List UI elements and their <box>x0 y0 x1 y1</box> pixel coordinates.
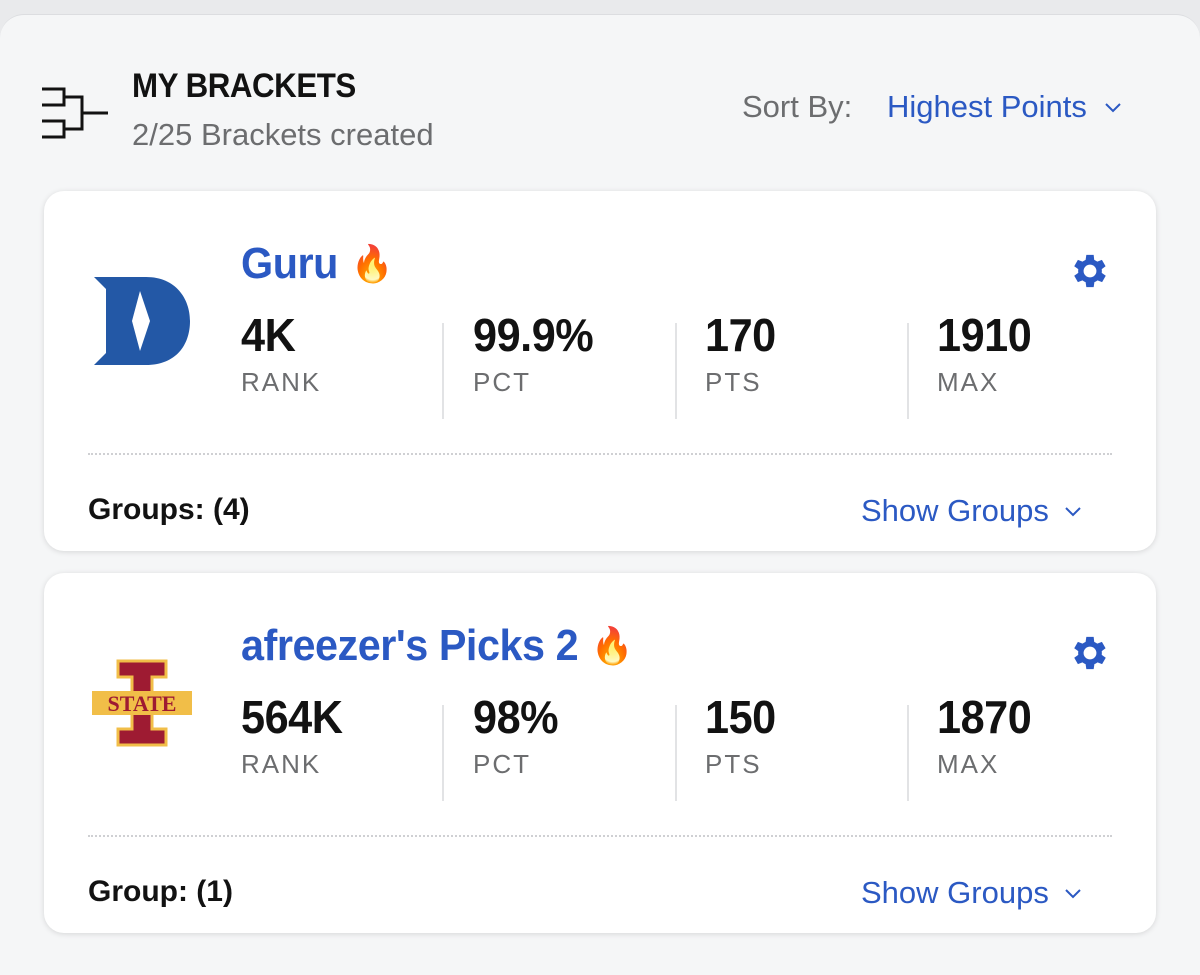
stat-value: 170 <box>705 309 776 361</box>
groups-count: Group: (1) <box>88 875 233 908</box>
gear-icon[interactable] <box>1068 631 1112 675</box>
divider <box>907 323 909 419</box>
brackets-header: MY BRACKETS 2/25 Brackets created Sort B… <box>0 15 1200 185</box>
divider <box>675 323 677 419</box>
stat-pct: 98% PCT <box>473 691 564 791</box>
stat-pts: 150 PTS <box>705 691 780 791</box>
stat-max: 1910 MAX <box>937 309 1037 409</box>
bracket-name-text: afreezer's Picks 2 <box>241 621 579 670</box>
logo-wordmark: STATE <box>108 691 177 716</box>
stat-value: 1870 <box>937 691 1032 743</box>
fire-icon: 🔥 <box>591 625 633 666</box>
stat-rank: 564K RANK <box>241 691 349 791</box>
brackets-panel: MY BRACKETS 2/25 Brackets created Sort B… <box>0 14 1200 975</box>
bracket-card: Guru 🔥 4K RANK 99.9% PCT 170 PTS 1910 MA… <box>44 191 1156 551</box>
stat-label: PCT <box>473 367 531 397</box>
stat-label: MAX <box>937 749 1000 779</box>
stat-label: PTS <box>705 749 762 779</box>
sort-label: Sort By: <box>742 89 853 124</box>
stat-rank: 4K RANK <box>241 309 321 409</box>
chevron-down-icon <box>1105 103 1121 113</box>
show-groups-label: Show Groups <box>861 493 1049 528</box>
page-title: MY BRACKETS <box>132 67 356 105</box>
stat-value: 1910 <box>937 309 1032 361</box>
bracket-name-text: Guru <box>241 239 338 288</box>
dotted-divider <box>88 835 1112 837</box>
stat-label: PTS <box>705 367 762 397</box>
groups-count: Groups: (4) <box>88 493 250 526</box>
show-groups-label: Show Groups <box>861 875 1049 910</box>
dotted-divider <box>88 453 1112 455</box>
show-groups-button[interactable]: Show Groups <box>861 493 1081 529</box>
show-groups-button[interactable]: Show Groups <box>861 875 1081 911</box>
stat-value: 4K <box>241 309 296 361</box>
stat-value: 98% <box>473 691 559 743</box>
stat-value: 564K <box>241 691 343 743</box>
stat-label: RANK <box>241 749 322 779</box>
bracket-name[interactable]: Guru 🔥 <box>241 239 393 289</box>
gear-icon[interactable] <box>1068 249 1112 293</box>
stat-value: 99.9% <box>473 309 594 361</box>
stat-label: MAX <box>937 367 1000 397</box>
sort-dropdown[interactable]: Highest Points <box>887 89 1121 125</box>
stat-value: 150 <box>705 691 776 743</box>
duke-logo <box>94 277 190 365</box>
divider <box>442 323 444 419</box>
divider <box>907 705 909 801</box>
sort-value: Highest Points <box>887 89 1087 124</box>
bracket-card: STATE afreezer's Picks 2 🔥 564K RANK 98%… <box>44 573 1156 933</box>
brackets-count: 2/25 Brackets created <box>132 117 434 152</box>
fire-icon: 🔥 <box>351 243 393 284</box>
stat-pct: 99.9% PCT <box>473 309 601 409</box>
stat-pts: 170 PTS <box>705 309 780 409</box>
divider <box>442 705 444 801</box>
chevron-down-icon <box>1065 507 1081 517</box>
divider <box>675 705 677 801</box>
stat-label: PCT <box>473 749 531 779</box>
bracket-name[interactable]: afreezer's Picks 2 🔥 <box>241 621 633 671</box>
bracket-icon <box>42 87 108 139</box>
chevron-down-icon <box>1065 889 1081 899</box>
stat-label: RANK <box>241 367 322 397</box>
stat-max: 1870 MAX <box>937 691 1037 791</box>
iowa-state-logo: STATE <box>92 659 192 747</box>
